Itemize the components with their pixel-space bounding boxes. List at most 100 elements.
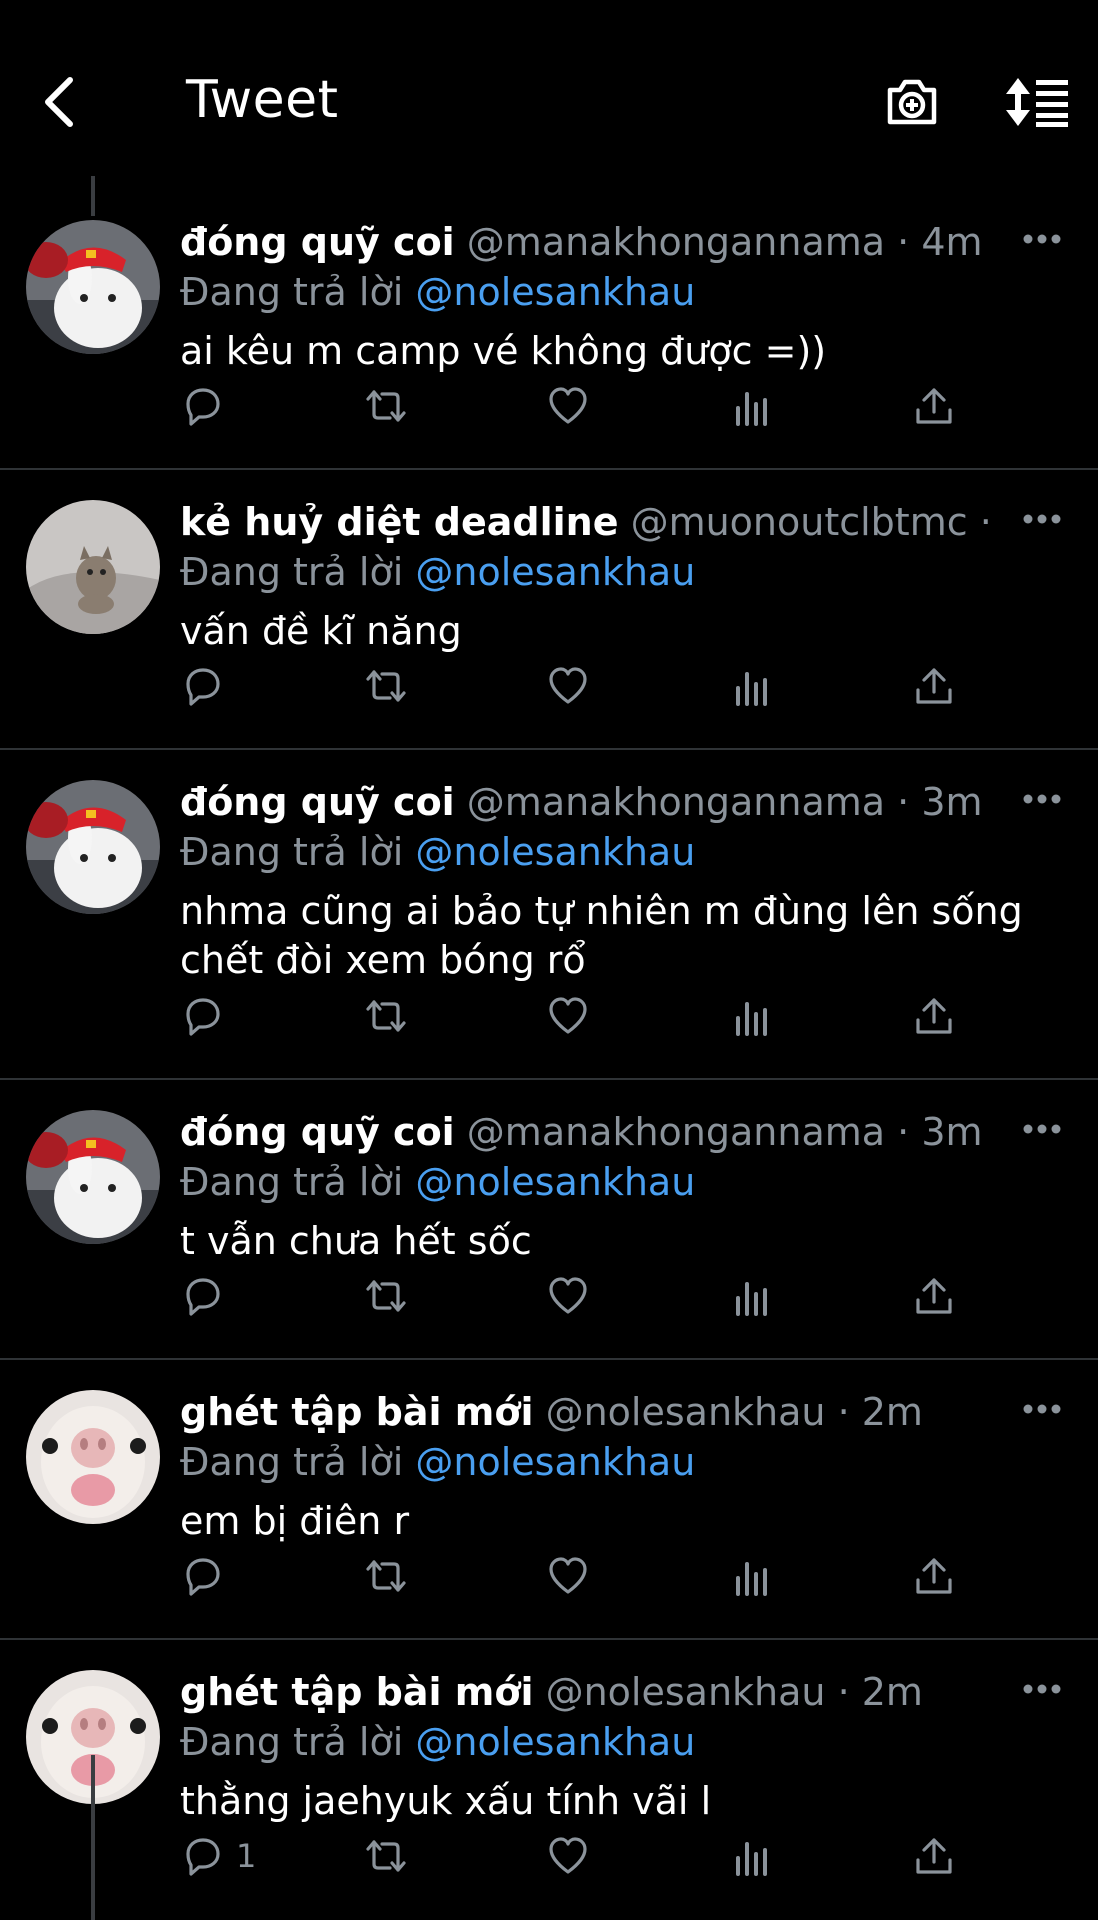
username[interactable]: @nolesankhau [546, 1390, 826, 1434]
display-name[interactable]: ghét tập bài mới [180, 1390, 534, 1434]
chevron-left-icon[interactable] [38, 72, 82, 132]
like-button[interactable] [546, 663, 590, 709]
tweet[interactable]: đóng quỹ coi @manakhongannama · 3m Đang … [0, 1080, 1098, 1360]
display-name[interactable]: ghét tập bài mới [180, 1670, 534, 1714]
reply-handle-link[interactable]: @nolesankhau [415, 550, 695, 594]
stats-button[interactable] [730, 993, 774, 1039]
username[interactable]: @manakhongannama [467, 1110, 885, 1154]
analytics-icon [736, 1842, 767, 1876]
avatar-rabbit[interactable] [26, 1110, 160, 1244]
replying-to: Đang trả lời @nolesankhau [180, 548, 695, 596]
more-options-icon[interactable] [1022, 1402, 1062, 1416]
tweet-text: t vẫn chưa hết sốc [180, 1219, 532, 1263]
share-button[interactable] [912, 993, 956, 1039]
action-bar [180, 663, 980, 709]
top-bar: Tweet [0, 0, 1098, 175]
more-options-icon[interactable] [1022, 792, 1062, 806]
like-icon [549, 1277, 587, 1314]
reply-prefix: Đang trả lời [180, 550, 404, 594]
more-options-icon[interactable] [1022, 1122, 1062, 1136]
timestamp: · ... [980, 500, 988, 544]
display-name[interactable]: kẻ huỷ diệt deadline [180, 500, 618, 544]
reply-handle-link[interactable]: @nolesankhau [415, 1160, 695, 1204]
reply-button[interactable] [180, 1273, 236, 1319]
retweet-icon [366, 1560, 406, 1592]
reply-handle-link[interactable]: @nolesankhau [415, 270, 695, 314]
display-name[interactable]: đóng quỹ coi [180, 1110, 455, 1154]
tweet[interactable]: ghét tập bài mới @nolesankhau · 2m Đang … [0, 1360, 1098, 1640]
tweet-header: ghét tập bài mới @nolesankhau · 2m [180, 1668, 988, 1716]
reply-button[interactable]: 1 [180, 1833, 256, 1879]
share-button[interactable] [912, 1553, 956, 1599]
stats-button[interactable] [730, 1553, 774, 1599]
more-options-icon[interactable] [1022, 232, 1062, 246]
reply-icon [186, 1558, 220, 1596]
share-button[interactable] [912, 663, 956, 709]
avatar-rabbit[interactable] [26, 220, 160, 354]
tweet-text: ai kêu m camp vé không được =)) [180, 329, 827, 373]
timestamp: · 4m [897, 220, 983, 264]
like-icon [549, 997, 587, 1034]
tweet-header: đóng quỹ coi @manakhongannama · 4m [180, 218, 988, 266]
avatar-cat[interactable] [26, 500, 160, 634]
share-button[interactable] [912, 1833, 956, 1879]
username[interactable]: @muonoutclbtmc [631, 500, 968, 544]
display-name[interactable]: đóng quỹ coi [180, 220, 455, 264]
reply-button[interactable] [180, 383, 236, 429]
retweet-button[interactable] [364, 383, 408, 429]
reply-button[interactable] [180, 1553, 236, 1599]
like-icon [549, 1557, 587, 1594]
stats-button[interactable] [730, 663, 774, 709]
stats-button[interactable] [730, 1833, 774, 1879]
avatar-guinea-pig[interactable] [26, 1390, 160, 1524]
username[interactable]: @manakhongannama [467, 780, 885, 824]
more-options-icon[interactable] [1022, 512, 1062, 526]
username[interactable]: @manakhongannama [467, 220, 885, 264]
like-button[interactable] [546, 383, 590, 429]
reply-icon [186, 668, 220, 706]
reply-handle-link[interactable]: @nolesankhau [415, 1720, 695, 1764]
like-button[interactable] [546, 1553, 590, 1599]
avatar-rabbit[interactable] [26, 780, 160, 914]
share-button[interactable] [912, 1273, 956, 1319]
action-bar [180, 1553, 980, 1599]
retweet-button[interactable] [364, 1273, 408, 1319]
display-name[interactable]: đóng quỹ coi [180, 780, 455, 824]
sort-icon[interactable] [1004, 76, 1070, 128]
stats-button[interactable] [730, 1273, 774, 1319]
analytics-icon [736, 1562, 767, 1596]
tweet[interactable]: đóng quỹ coi @manakhongannama · 3m Đang … [0, 750, 1098, 1080]
retweet-button[interactable] [364, 1833, 408, 1879]
share-button[interactable] [912, 383, 956, 429]
reply-handle-link[interactable]: @nolesankhau [415, 1440, 695, 1484]
reply-button[interactable] [180, 663, 236, 709]
like-button[interactable] [546, 993, 590, 1039]
tweet[interactable]: đóng quỹ coi @manakhongannama · 4m Đang … [0, 190, 1098, 470]
replying-to: Đang trả lời @nolesankhau [180, 1438, 695, 1486]
like-button[interactable] [546, 1273, 590, 1319]
tweet[interactable]: ghét tập bài mới @nolesankhau · 2m Đang … [0, 1640, 1098, 1920]
share-icon [916, 1558, 952, 1594]
reply-count: 1 [236, 1837, 257, 1875]
action-bar [180, 993, 980, 1039]
retweet-button[interactable] [364, 663, 408, 709]
reply-button[interactable] [180, 993, 236, 1039]
reply-icon [186, 1838, 220, 1876]
more-options-icon[interactable] [1022, 1682, 1062, 1696]
page-title: Tweet [186, 70, 339, 130]
replying-to: Đang trả lời @nolesankhau [180, 1158, 695, 1206]
replying-to: Đang trả lời @nolesankhau [180, 828, 695, 876]
action-bar: 1 [180, 1833, 980, 1879]
reply-handle-link[interactable]: @nolesankhau [415, 830, 695, 874]
tweet-text: vấn đề kĩ năng [180, 609, 462, 653]
username[interactable]: @nolesankhau [546, 1670, 826, 1714]
reply-prefix: Đang trả lời [180, 1160, 404, 1204]
like-button[interactable] [546, 1833, 590, 1879]
replying-to: Đang trả lời @nolesankhau [180, 268, 695, 316]
stats-button[interactable] [730, 383, 774, 429]
retweet-button[interactable] [364, 993, 408, 1039]
tweet[interactable]: kẻ huỷ diệt deadline @muonoutclbtmc · ..… [0, 470, 1098, 750]
retweet-button[interactable] [364, 1553, 408, 1599]
share-icon [916, 668, 952, 704]
camera-plus-icon[interactable] [884, 76, 940, 128]
